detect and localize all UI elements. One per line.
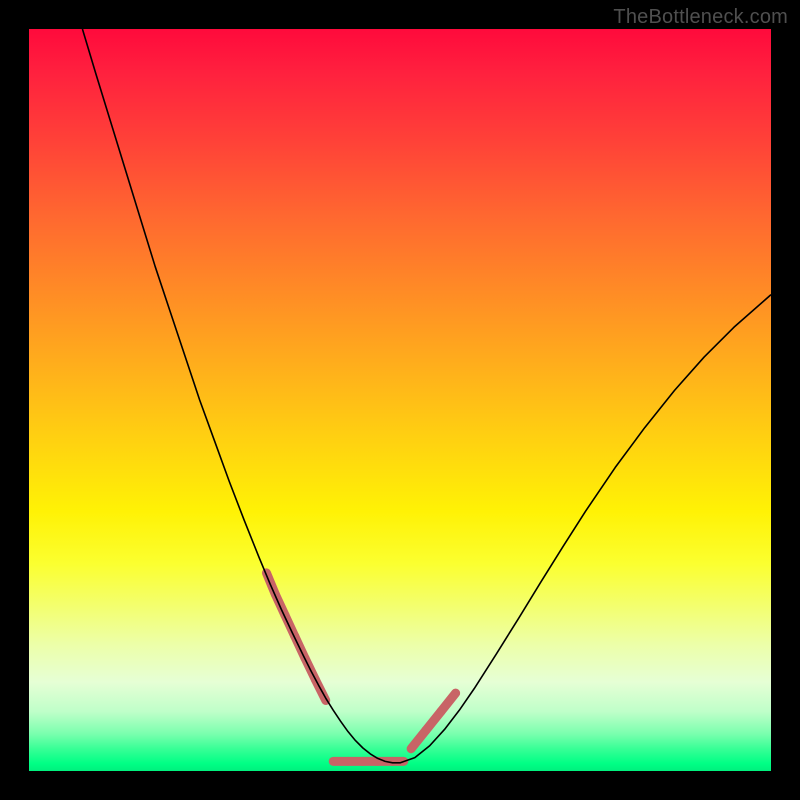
chart-frame: TheBottleneck.com [0,0,800,800]
curve-path [82,29,771,763]
curve-layer [29,29,771,771]
watermark-text: TheBottleneck.com [613,6,788,29]
highlight-segment [441,693,456,712]
plot-area [29,29,771,771]
